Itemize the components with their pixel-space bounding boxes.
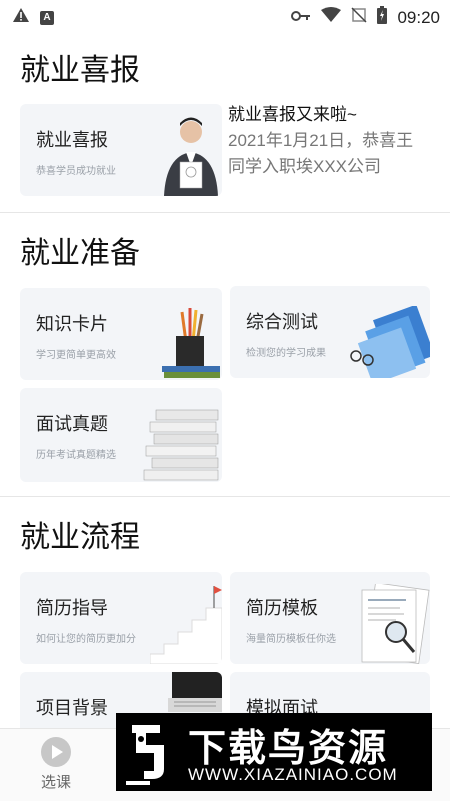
bird-logo-icon [126, 725, 164, 785]
section-title-news: 就业喜报 [20, 54, 140, 87]
card-subtitle: 如何让您的简历更加分 [36, 634, 136, 645]
book-stack-icon [143, 409, 219, 481]
card-title: 简历指导 [36, 598, 108, 618]
card-title: 综合测试 [246, 312, 318, 332]
status-time: 09:20 [397, 7, 440, 27]
card-comprehensive-test[interactable]: 综合测试 检测您的学习成果 [230, 286, 430, 378]
section-title-prep: 就业准备 [20, 237, 140, 270]
watermark: 下载鸟资源 WWW.XIAZAINIAO.COM [116, 713, 432, 791]
news-card-subtitle: 恭喜学员成功就业 [36, 166, 116, 177]
news-text[interactable]: 就业喜报又来啦~ 2021年1月21日，恭喜王 同学入职埃XXX公司 [228, 102, 438, 180]
graduate-photo [164, 117, 218, 196]
section-title-process: 就业流程 [20, 521, 140, 554]
laptop-icon [168, 672, 222, 712]
news-body-line2: 同学入职埃XXX公司 [228, 157, 382, 176]
card-subtitle: 海量简历模板任你选 [246, 634, 336, 645]
news-card-title: 就业喜报 [36, 130, 108, 150]
divider [0, 212, 450, 213]
card-title: 知识卡片 [36, 314, 108, 334]
card-resume-guidance[interactable]: 简历指导 如何让您的简历更加分 [20, 572, 222, 664]
status-bar: A 09:20 [0, 0, 450, 32]
wifi-icon [321, 7, 342, 28]
card-resume-templates[interactable]: 简历模板 海量简历模板任你选 [230, 572, 430, 664]
card-title: 简历模板 [246, 598, 318, 618]
play-icon [41, 737, 71, 767]
no-signal-icon [351, 7, 367, 28]
news-card[interactable]: 就业喜报 恭喜学员成功就业 [20, 104, 222, 196]
warning-icon [12, 7, 30, 28]
stairs-flag-icon [150, 586, 222, 664]
watermark-title: 下载鸟资源 [188, 728, 389, 770]
pencil-cup-icon [162, 308, 220, 378]
card-interview-questions[interactable]: 面试真题 历年考试真题精选 [20, 388, 222, 482]
card-subtitle: 历年考试真题精选 [36, 450, 116, 461]
battery-icon [377, 6, 388, 29]
watermark-url: WWW.XIAZAINIAO.COM [188, 765, 398, 784]
app-notification-icon: A [40, 10, 54, 25]
card-subtitle: 学习更简单更高效 [36, 350, 116, 361]
divider [0, 496, 450, 497]
tab-courses[interactable]: 选课 [30, 737, 82, 792]
card-title: 项目背景 [36, 698, 108, 718]
card-subtitle: 检测您的学习成果 [246, 348, 326, 359]
card-knowledge-cards[interactable]: 知识卡片 学习更简单更高效 [20, 288, 222, 380]
resume-magnifier-icon [361, 584, 430, 664]
news-body-line1: 2021年1月21日，恭喜王 [228, 131, 414, 150]
binders-icon [350, 306, 430, 378]
news-headline: 就业喜报又来啦~ [228, 105, 357, 124]
tab-courses-label: 选课 [40, 774, 71, 791]
key-icon [291, 9, 311, 27]
card-title: 面试真题 [36, 414, 108, 434]
